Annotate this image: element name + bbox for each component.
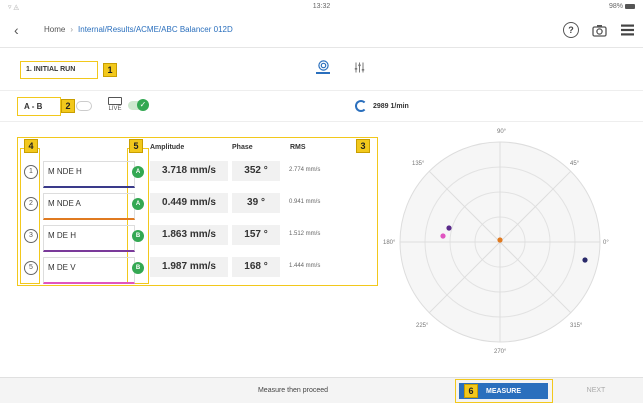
point-name: M DE H [43,225,135,252]
callout-badge-6: 6 [464,384,478,398]
point-name: M NDE A [43,193,135,220]
angle-label: 90° [497,129,507,135]
plane-selector[interactable]: A - B [17,97,61,116]
amplitude-value: 3.718 mm/s [150,161,228,181]
polar-view-icon[interactable] [316,59,330,74]
footer-bar: Measure then proceed 6 MEASURE NEXT [0,377,643,403]
check-icon: ✓ [137,99,149,111]
breadcrumb-path[interactable]: Internal/Results/ACME/ABC Balancer 012D [78,25,233,34]
callout-badge-1: 1 [103,63,117,77]
view-toggle [316,59,366,74]
angle-label: 0° [603,240,609,246]
help-icon[interactable]: ? [563,22,579,38]
callout-badge-2: 2 [61,99,75,113]
breadcrumb: Home › Internal/Results/ACME/ABC Balancer … [44,25,233,34]
table-row[interactable]: 2 M NDE A A 0.449 mm/s 39 ° 0.941 mm/s [17,190,378,222]
phase-value: 168 ° [232,257,280,277]
status-time: 13:32 [312,3,331,10]
rms-value: 0.941 mm/s [289,199,321,205]
amplitude-value: 0.449 mm/s [150,193,228,213]
angle-label: 225° [416,323,429,329]
angle-label: 270° [494,349,507,355]
point-number: 1 [24,165,38,179]
plane-status-icon: A [132,198,144,210]
phase-value: 39 ° [232,193,280,213]
plane-status-icon: B [132,262,144,274]
rpm-readout: 2989 1/min [355,100,409,112]
settings-sliders-icon[interactable] [352,60,366,74]
angle-label: 315° [570,323,583,329]
battery-icon [625,4,635,9]
measure-label: MEASURE [486,388,522,395]
point-number: 3 [24,229,38,243]
rms-value: 1.512 mm/s [289,231,321,237]
plane-status-icon: B [132,230,144,242]
app-header: ‹ Home › Internal/Results/ACME/ABC Balance… [0,14,643,48]
live-label: LIVE [108,106,122,112]
refresh-icon[interactable] [355,100,367,112]
amplitude-header: Amplitude [150,144,185,151]
battery-indicator: 98% [609,3,635,10]
vector-point-m-de-h [446,225,452,231]
callout-badge-4: 4 [24,139,38,153]
polar-plot[interactable]: 90° 45° 0° 315° 270° 225° 180° 135° [380,122,620,370]
angle-label: 45° [570,161,580,167]
live-icon: LIVE [106,97,124,113]
phase-value: 157 ° [232,225,280,245]
plane-toggle[interactable] [76,101,92,111]
rms-header: RMS [290,144,306,151]
vector-point-m-nde-h [582,257,588,263]
phase-header: Phase [232,144,253,151]
live-toggle[interactable]: ✓ [128,99,149,111]
plane-status-icon: A [132,166,144,178]
angle-label: 180° [383,240,396,246]
callout-badge-3: 3 [356,139,370,153]
menu-icon[interactable] [619,22,635,38]
camera-icon[interactable] [591,22,607,38]
table-row[interactable]: 5 M DE V B 1.987 mm/s 168 ° 1.444 mm/s [17,254,378,286]
rpm-value: 2989 1/min [373,102,409,110]
amplitude-value: 1.863 mm/s [150,225,228,245]
polar-plot-svg: 90° 45° 0° 315° 270° 225° 180° 135° [383,129,609,355]
app-window: ▿ ◬ 13:32 98% ‹ Home › Internal/Results/AC… [0,0,643,403]
table-row[interactable]: 3 M DE H B 1.863 mm/s 157 ° 1.512 mm/s [17,222,378,254]
footer-message: Measure then proceed [257,387,329,394]
phase-value: 352 ° [232,161,280,181]
breadcrumb-home[interactable]: Home [44,25,65,34]
vector-point-m-nde-a [497,237,503,243]
rms-value: 1.444 mm/s [289,263,321,269]
next-button[interactable]: NEXT [556,379,636,403]
point-number: 2 [24,197,38,211]
point-name: M NDE H [43,161,135,188]
breadcrumb-separator-icon: › [70,25,74,34]
point-number: 5 [24,261,38,275]
angle-label: 135° [412,161,425,167]
table-row[interactable]: 1 M NDE H A 3.718 mm/s 352 ° 2.774 mm/s [17,158,378,190]
back-chevron-icon[interactable]: ‹ [14,22,19,38]
measure-button[interactable]: 6 MEASURE [455,379,553,403]
point-name: M DE V [43,257,135,284]
plane-toolbar: A - B 2 LIVE ✓ 2989 1/min [0,90,643,122]
run-title[interactable]: 1. INITIAL RUN [20,61,98,79]
rms-value: 2.774 mm/s [289,167,321,173]
battery-percent: 98% [608,3,623,10]
header-actions: ? [563,22,635,38]
status-bar: ▿ ◬ 13:32 98% [0,0,643,14]
amplitude-value: 1.987 mm/s [150,257,228,277]
vector-point-m-de-v [440,233,446,239]
callout-badge-5: 5 [129,139,143,153]
